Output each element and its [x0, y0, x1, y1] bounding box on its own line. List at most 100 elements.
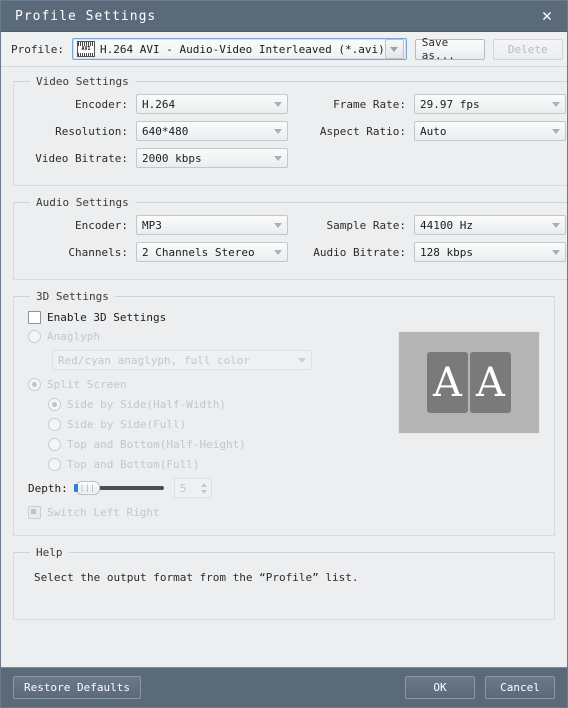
audio-row-1: Encoder: MP3 Sample Rate: 44100 Hz — [24, 215, 566, 235]
frame-rate-select[interactable]: 29.97 fps — [414, 94, 566, 114]
stepper-arrows — [198, 479, 211, 497]
enable-3d-label: Enable 3D Settings — [47, 311, 167, 324]
channels-label: Channels: — [68, 245, 128, 259]
depth-slider-handle[interactable]: ||| — [73, 481, 100, 495]
chevron-down-icon[interactable] — [548, 250, 564, 255]
profile-settings-dialog: Profile Settings ✕ Profile: AVI H.264 AV… — [0, 0, 568, 708]
depth-slider[interactable]: ||| — [73, 481, 164, 495]
split-option-label: Top and Bottom(Full) — [67, 458, 200, 471]
audio-settings-group: Audio Settings Encoder: MP3 Sample Rate:… — [13, 196, 567, 280]
video-row-3: Video Bitrate: 2000 kbps — [24, 148, 566, 168]
video-row-2: Resolution: 640*480 Aspect Ratio: Auto — [24, 121, 566, 141]
ok-button[interactable]: OK — [405, 676, 475, 699]
sample-rate-label: Sample Rate: — [326, 218, 406, 232]
chevron-down-icon — [294, 358, 310, 363]
chevron-down-icon[interactable] — [270, 102, 286, 107]
frame-rate-label: Frame Rate: — [333, 97, 406, 111]
profile-label: Profile: — [11, 42, 64, 56]
chevron-down-icon[interactable] — [384, 39, 404, 59]
audio-encoder-value: MP3 — [142, 218, 162, 232]
anaglyph-label: Anaglyph — [47, 330, 100, 343]
radio-icon — [28, 378, 41, 391]
video-settings-group: Video Settings Encoder: H.264 Frame Rate… — [13, 75, 567, 186]
chevron-down-icon[interactable] — [548, 102, 564, 107]
video-bitrate-value: 2000 kbps — [142, 151, 202, 165]
audio-row-2: Channels: 2 Channels Stereo Audio Bitrat… — [24, 242, 566, 262]
three-d-settings-group: 3D Settings Enable 3D Settings Anaglyph … — [13, 290, 555, 536]
frame-rate-value: 29.97 fps — [420, 97, 480, 111]
split-option-label: Side by Side(Half-Width) — [67, 398, 226, 411]
aspect-ratio-label: Aspect Ratio: — [319, 124, 406, 138]
video-encoder-value: H.264 — [142, 97, 176, 111]
video-row-1: Encoder: H.264 Frame Rate: 29.97 fps — [24, 94, 566, 114]
split-screen-label: Split Screen — [47, 378, 127, 391]
title-bar: Profile Settings ✕ — [1, 1, 567, 32]
cancel-button[interactable]: Cancel — [485, 676, 555, 699]
radio-icon — [48, 418, 61, 431]
radio-icon — [28, 330, 41, 343]
video-encoder-select[interactable]: H.264 — [136, 94, 288, 114]
avi-icon-label: AVI — [81, 46, 91, 52]
audio-bitrate-value: 128 kbps — [420, 245, 473, 259]
save-as-button[interactable]: Save as... — [414, 36, 485, 62]
resolution-select[interactable]: 640*480 — [136, 121, 288, 141]
aspect-ratio-select[interactable]: Auto — [414, 121, 566, 141]
footer-bar: Restore Defaults OK Cancel — [1, 667, 567, 707]
chevron-down-icon[interactable] — [270, 129, 286, 134]
anaglyph-select: Red/cyan anaglyph, full color — [52, 350, 312, 370]
chevron-down-icon[interactable] — [270, 250, 286, 255]
resolution-label: Resolution: — [55, 124, 128, 138]
sample-rate-select[interactable]: 44100 Hz — [414, 215, 566, 235]
help-legend: Help — [36, 546, 63, 559]
chevron-down-icon[interactable] — [548, 129, 564, 134]
channels-value: 2 Channels Stereo — [142, 245, 255, 259]
depth-stepper: 5 — [173, 478, 212, 498]
radio-icon — [48, 458, 61, 471]
chevron-down-icon[interactable] — [270, 156, 286, 161]
checkbox-icon — [28, 506, 41, 519]
anaglyph-value: Red/cyan anaglyph, full color — [58, 353, 251, 367]
depth-control-row: Depth: ||| 5 — [28, 478, 544, 498]
encoder-label: Encoder: — [75, 97, 128, 111]
audio-settings-legend: Audio Settings — [36, 196, 129, 209]
profile-selected-value: H.264 AVI - Audio-Video Interleaved (*.a… — [99, 42, 385, 56]
avi-file-icon: AVI — [76, 41, 95, 57]
radio-icon — [48, 398, 61, 411]
switch-left-right-checkbox: Switch Left Right — [28, 506, 544, 519]
delete-button: Delete — [492, 38, 563, 60]
radio-icon — [48, 438, 61, 451]
help-text: Select the output format from the “Profi… — [34, 571, 359, 584]
audio-bitrate-label: Audio Bitrate: — [313, 245, 406, 259]
split-option-top-bottom-half: Top and Bottom(Half-Height) — [48, 438, 544, 451]
chevron-down-icon[interactable] — [548, 223, 564, 228]
checkbox-icon — [28, 311, 41, 324]
three-d-settings-legend: 3D Settings — [36, 290, 109, 303]
chevron-down-icon[interactable] — [270, 223, 286, 228]
video-settings-legend: Video Settings — [36, 75, 129, 88]
preview-pane-right: A — [470, 352, 511, 413]
three-d-preview: A A — [398, 331, 540, 434]
audio-bitrate-select[interactable]: 128 kbps — [414, 242, 566, 262]
profile-select[interactable]: AVI H.264 AVI - Audio-Video Interleaved … — [71, 38, 407, 60]
profile-bar: Profile: AVI H.264 AVI - Audio-Video Int… — [1, 32, 567, 67]
split-option-label: Side by Side(Full) — [67, 418, 187, 431]
split-option-label: Top and Bottom(Half-Height) — [67, 438, 246, 451]
enable-3d-checkbox[interactable]: Enable 3D Settings — [28, 311, 544, 324]
aspect-ratio-value: Auto — [420, 124, 447, 138]
restore-defaults-button[interactable]: Restore Defaults — [13, 676, 141, 699]
audio-encoder-select[interactable]: MP3 — [136, 215, 288, 235]
sample-rate-value: 44100 Hz — [420, 218, 473, 232]
help-group: Help Select the output format from the “… — [13, 546, 555, 620]
chevron-down-icon — [201, 489, 208, 494]
chevron-up-icon — [201, 482, 208, 487]
page-title: Profile Settings — [15, 8, 157, 24]
audio-encoder-label: Encoder: — [75, 218, 128, 232]
video-bitrate-select[interactable]: 2000 kbps — [136, 148, 288, 168]
channels-select[interactable]: 2 Channels Stereo — [136, 242, 288, 262]
close-icon[interactable]: ✕ — [535, 4, 559, 28]
dialog-body: Video Settings Encoder: H.264 Frame Rate… — [1, 67, 567, 667]
preview-pane-left: A — [427, 352, 468, 413]
resolution-value: 640*480 — [142, 124, 189, 138]
split-option-top-bottom-full: Top and Bottom(Full) — [48, 458, 544, 471]
video-bitrate-label: Video Bitrate: — [35, 151, 128, 165]
